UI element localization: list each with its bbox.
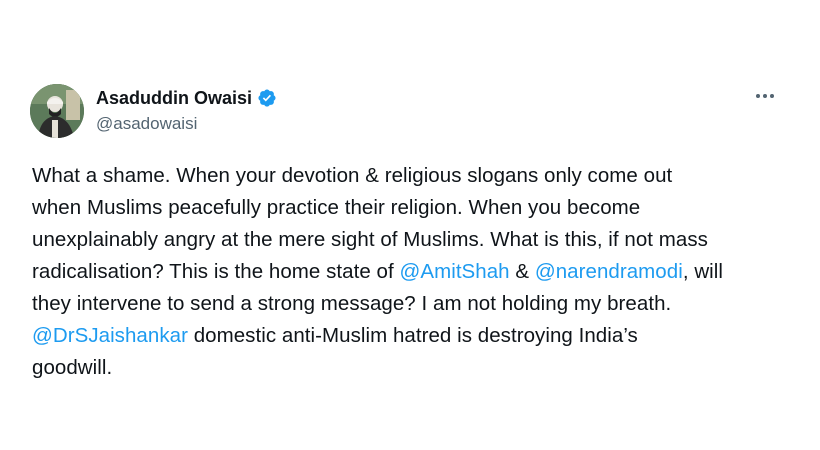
tweet-text-line: @DrSJaishankar domestic anti-Muslim hatr… xyxy=(32,320,792,352)
tweet-text-line: they intervene to send a strong message?… xyxy=(32,288,792,320)
more-options-button[interactable] xyxy=(750,84,780,108)
user-handle[interactable]: @asadowaisi xyxy=(96,114,277,134)
tweet-text-segment: radicalisation? This is the home state o… xyxy=(32,260,400,283)
mention-link[interactable]: @AmitShah xyxy=(400,260,510,283)
tweet-text-segment: What a shame. When your devotion & relig… xyxy=(32,164,673,187)
mention-link[interactable]: @narendramodi xyxy=(535,260,683,283)
display-name[interactable]: Asaduddin Owaisi xyxy=(96,88,252,109)
tweet-text-segment: & xyxy=(509,260,535,283)
tweet-header: Asaduddin Owaisi @asadowaisi xyxy=(96,86,277,134)
tweet-text-line: unexplainably angry at the mere sight of… xyxy=(32,224,792,256)
mention-link[interactable]: @DrSJaishankar xyxy=(32,324,188,347)
tweet-text: What a shame. When your devotion & relig… xyxy=(32,160,792,384)
tweet-text-segment: domestic anti-Muslim hatred is destroyin… xyxy=(187,324,638,347)
more-horizontal-icon xyxy=(755,94,776,98)
tweet-text-line: radicalisation? This is the home state o… xyxy=(32,256,792,288)
tweet-text-segment: when Muslims peacefully practice their r… xyxy=(32,196,641,219)
tweet-text-segment: goodwill. xyxy=(32,356,113,379)
tweet-text-segment: unexplainably angry at the mere sight of… xyxy=(32,228,708,251)
tweet-text-segment: , will xyxy=(682,260,723,283)
tweet-text-line: when Muslims peacefully practice their r… xyxy=(32,192,792,224)
avatar-image xyxy=(30,84,84,138)
verified-badge-icon xyxy=(257,88,277,108)
tweet-text-segment: they intervene to send a strong message?… xyxy=(32,292,672,315)
avatar[interactable] xyxy=(30,84,84,138)
tweet-text-line: goodwill. xyxy=(32,352,792,384)
tweet-card: Asaduddin Owaisi @asadowaisi What a sham… xyxy=(0,0,820,450)
name-row: Asaduddin Owaisi xyxy=(96,86,277,110)
tweet-text-line: What a shame. When your devotion & relig… xyxy=(32,160,792,192)
